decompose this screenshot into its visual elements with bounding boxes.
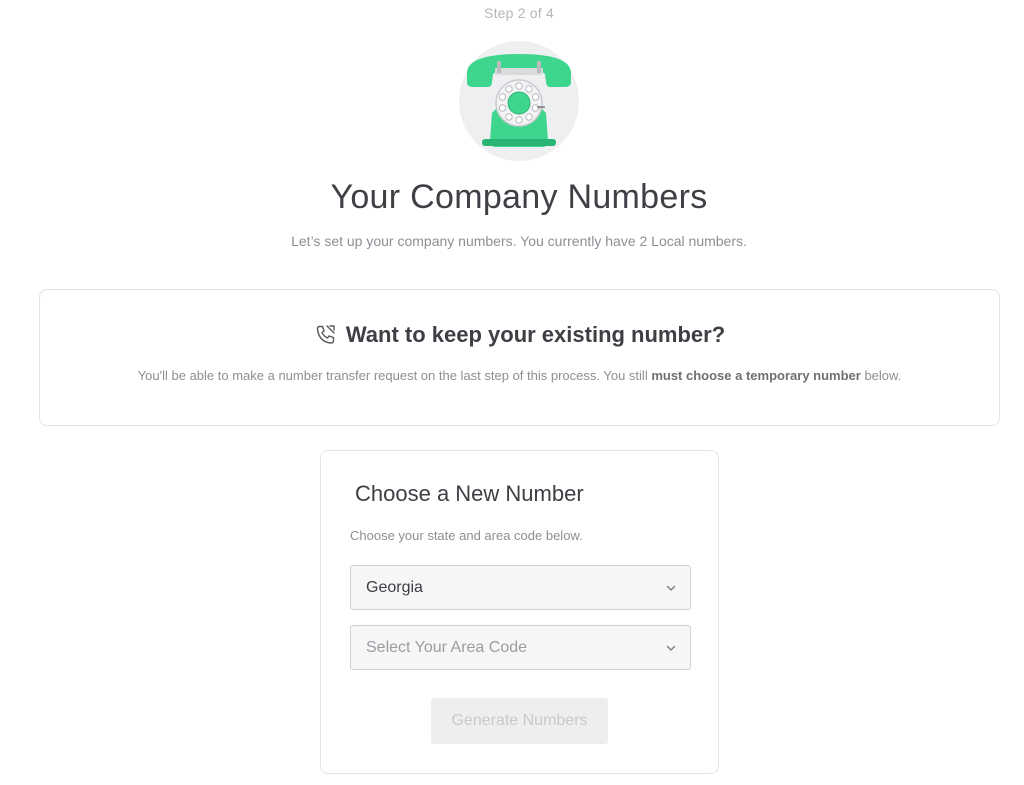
card-description: Choose your state and area code below. (350, 528, 583, 543)
generate-numbers-button[interactable]: Generate Numbers (431, 698, 608, 744)
notice-header: Want to keep your existing number? (40, 322, 999, 348)
page-subtitle: Let’s set up your company numbers. You c… (291, 233, 747, 249)
notice-text: You'll be able to make a number transfer… (40, 368, 999, 383)
rotary-phone-icon (467, 54, 571, 147)
area-code-select[interactable]: Select Your Area Code (350, 625, 691, 670)
notice-text-emphasis: must choose a temporary number (651, 368, 861, 383)
step-indicator: Step 2 of 4 (484, 5, 554, 21)
keep-number-notice: Want to keep your existing number? You'l… (39, 289, 1000, 426)
area-code-placeholder: Select Your Area Code (366, 638, 528, 656)
state-select[interactable]: Georgia (350, 565, 691, 610)
telephone-illustration (459, 41, 579, 161)
choose-number-card: Choose a New Number Choose your state an… (320, 450, 719, 774)
page: Step 2 of 4 Your Company Numbers Let’s s… (0, 0, 1024, 785)
chevron-down-icon (666, 645, 676, 651)
state-select-value: Georgia (366, 578, 423, 596)
notice-title: Want to keep your existing number? (345, 322, 726, 347)
notice-text-end: below. (860, 368, 902, 383)
notice-text-start: You'll be able to make a number transfer… (137, 368, 652, 383)
card-title: Choose a New Number (355, 481, 584, 506)
phone-forward-icon (314, 323, 338, 347)
page-title: Your Company Numbers (330, 178, 708, 216)
chevron-down-icon (666, 585, 676, 591)
